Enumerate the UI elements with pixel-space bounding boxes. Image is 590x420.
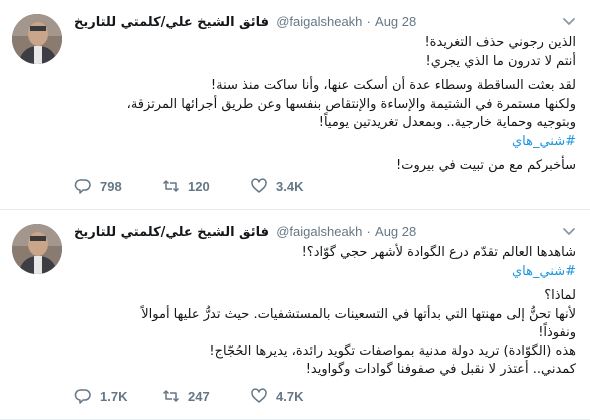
like-button[interactable]: 4.7K bbox=[250, 387, 338, 405]
tweet[interactable]: فائق الشيخ علي/كلمتي للتاريخ @faigalshea… bbox=[0, 0, 590, 210]
tweet-line: هذه (الگوّادة) تريد دولة مدنية بمواصفات … bbox=[209, 343, 576, 359]
avatar-image bbox=[12, 224, 62, 274]
author-name[interactable]: فائق الشيخ علي/كلمتي للتاريخ bbox=[74, 15, 269, 30]
reply-icon bbox=[74, 387, 92, 405]
hashtag-link[interactable]: #شني_هاي bbox=[74, 263, 576, 282]
tweet-line: لقد بعثت الساقطة وسطاء عدة أن أسكت عنها،… bbox=[210, 78, 576, 93]
like-count: 4.7K bbox=[276, 388, 304, 404]
tweet-line: شاهدها العالم تقدّم درع الگوادة لأشهر حج… bbox=[301, 245, 576, 260]
reply-button[interactable]: 798 bbox=[74, 177, 162, 195]
retweet-button[interactable]: 120 bbox=[162, 177, 250, 195]
author-name[interactable]: فائق الشيخ علي/كلمتي للتاريخ bbox=[74, 225, 269, 240]
author-handle[interactable]: @faigalsheakh bbox=[276, 14, 362, 29]
retweet-icon bbox=[162, 177, 180, 195]
tweet-line: أنتم لا تدرون ما الذي يجري! bbox=[425, 53, 577, 69]
reply-count: 798 bbox=[100, 178, 122, 194]
tweet-line: وبتوجيه وحماية خارجية.. وبمعدل تغريدتين … bbox=[318, 115, 576, 130]
tweet-timestamp[interactable]: Aug 28 bbox=[375, 14, 416, 29]
chevron-down-icon[interactable] bbox=[560, 12, 578, 30]
tweet-line: سأخبركم مع من تبيت في بيروت! bbox=[396, 158, 576, 173]
reply-button[interactable]: 1.7K bbox=[74, 387, 162, 405]
like-count: 3.4K bbox=[276, 178, 304, 194]
tweet-line: ونفوذاً! bbox=[538, 325, 576, 340]
tweet-timestamp[interactable]: Aug 28 bbox=[375, 224, 416, 239]
tweet-header: فائق الشيخ علي/كلمتي للتاريخ @faigalshea… bbox=[74, 12, 554, 32]
tweet-actions: 798 120 3.4K bbox=[74, 176, 338, 196]
retweet-button[interactable]: 247 bbox=[162, 387, 250, 405]
tweet-actions: 1.7K 247 4.7K bbox=[74, 386, 338, 406]
tweet-text: الذين رجوني حذف التغريدة! أنتم لا تدرون … bbox=[74, 34, 576, 176]
retweet-count: 120 bbox=[188, 178, 210, 194]
separator-dot: · bbox=[366, 14, 371, 29]
heart-icon bbox=[250, 177, 268, 195]
retweet-icon bbox=[162, 387, 180, 405]
chevron-down-icon[interactable] bbox=[560, 222, 578, 240]
tweet-text: شاهدها العالم تقدّم درع الگوادة لأشهر حج… bbox=[74, 244, 576, 380]
tweet-header: فائق الشيخ علي/كلمتي للتاريخ @faigalshea… bbox=[74, 222, 554, 242]
avatar-image bbox=[12, 14, 62, 64]
hashtag-link[interactable]: #شني_هاي bbox=[74, 133, 576, 152]
retweet-count: 247 bbox=[188, 388, 210, 404]
tweet-line: ولكنها مستمرة في الشتيمة والإساءة والإنت… bbox=[126, 96, 576, 112]
separator-dot: · bbox=[366, 224, 371, 239]
tweet-line: الذين رجوني حذف التغريدة! bbox=[424, 35, 576, 50]
reply-count: 1.7K bbox=[100, 388, 128, 404]
timeline: فائق الشيخ علي/كلمتي للتاريخ @faigalshea… bbox=[0, 0, 590, 420]
reply-icon bbox=[74, 177, 92, 195]
tweet-line: كمدني.. أعتذر لا نقبل في صفوفنا گوادات و… bbox=[305, 362, 576, 377]
avatar[interactable] bbox=[12, 14, 62, 64]
tweet-line: لماذا؟ bbox=[544, 288, 576, 303]
avatar[interactable] bbox=[12, 224, 62, 274]
like-button[interactable]: 3.4K bbox=[250, 177, 338, 195]
tweet-line: لأنها تحنُّ إلى مهنتها التي بدأتها في ال… bbox=[141, 306, 576, 322]
heart-icon bbox=[250, 387, 268, 405]
author-handle[interactable]: @faigalsheakh bbox=[276, 224, 362, 239]
